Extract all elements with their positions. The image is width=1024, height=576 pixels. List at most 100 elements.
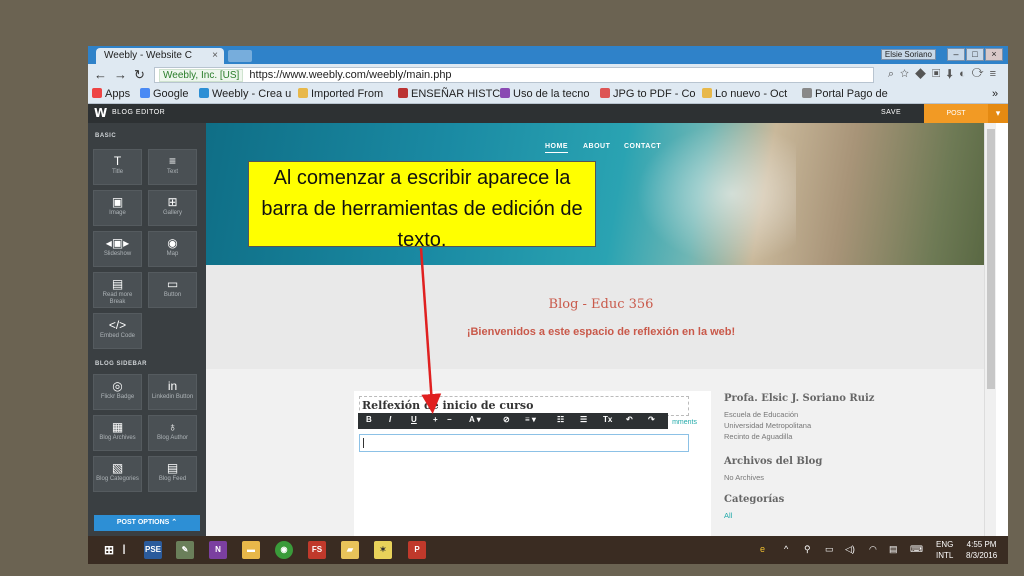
element-flickr-badge[interactable]: ◎ Flickr Badge	[93, 374, 142, 410]
font-size-decrease-button[interactable]: −	[447, 415, 452, 424]
minimize-icon[interactable]: –	[947, 48, 965, 61]
taskbar-app-pse[interactable]: PSE	[144, 541, 162, 559]
folder-icon	[298, 88, 308, 98]
element-blog-categories[interactable]: ▧ Blog Categories	[93, 456, 142, 492]
numbered-list-icon[interactable]: ☰	[580, 415, 587, 424]
keyboard-icon[interactable]: ⌨	[910, 544, 923, 555]
taskbar-app-folder[interactable]: ▰	[341, 541, 359, 559]
post-options-button[interactable]: POST OPTIONS ⌃	[94, 515, 200, 531]
font-size-increase-button[interactable]: +	[433, 415, 438, 424]
author-name[interactable]: Profa. Elsic J. Soriano Ruiz	[724, 393, 984, 405]
bookmark-apps[interactable]: Apps	[92, 88, 130, 100]
bookmark-lo-nuevo[interactable]: Lo nuevo - Oct	[702, 88, 787, 100]
system-clock[interactable]: 4:55 PM 8/3/2016	[966, 539, 997, 561]
element-linkedin-button[interactable]: in Linkedin Button	[148, 374, 197, 410]
nav-contact[interactable]: CONTACT	[624, 143, 661, 150]
post-button[interactable]: POST	[924, 104, 988, 123]
element-blog-archives[interactable]: ▦ Blog Archives	[93, 415, 142, 451]
taskbar-app-onenote[interactable]: N	[209, 541, 227, 559]
input-language[interactable]: ENG INTL	[936, 539, 953, 561]
new-tab-button[interactable]	[228, 50, 252, 62]
element-text[interactable]: ≡ Text	[148, 149, 197, 185]
weebly-logo[interactable]: W	[94, 106, 107, 120]
more-bookmarks-icon[interactable]: »	[992, 88, 998, 100]
basic-section-label: BASIC	[95, 133, 117, 139]
text-icon: ≡	[168, 154, 176, 168]
linkedin-icon: in	[167, 379, 178, 393]
close-window-icon[interactable]: ×	[985, 48, 1003, 61]
browser-tab[interactable]: Weebly - Website C ×	[96, 48, 224, 64]
maximize-icon[interactable]: □	[966, 48, 984, 61]
taskbar-app-explorer[interactable]: ▬	[242, 541, 260, 559]
scrollbar-thumb[interactable]	[987, 129, 995, 389]
map-pin-icon: ◉	[167, 236, 178, 250]
usb-icon[interactable]: ⚲	[804, 544, 811, 555]
battery-icon[interactable]: ▭	[825, 544, 834, 555]
ie-icon[interactable]: e	[760, 544, 765, 554]
tab-close-icon[interactable]: ×	[212, 50, 218, 61]
text-caret	[363, 438, 364, 448]
taskbar-app-pen[interactable]: ✎	[176, 541, 194, 559]
clear-format-button[interactable]: Tx	[603, 415, 612, 424]
address-bar[interactable]: Weebly, Inc. [US] https://www.weebly.com…	[154, 67, 874, 83]
bold-button[interactable]: B	[366, 415, 372, 424]
categories-title[interactable]: Categorías	[724, 494, 984, 506]
save-button[interactable]: SAVE	[881, 109, 901, 116]
element-blog-feed[interactable]: ▤ Blog Feed	[148, 456, 197, 492]
underline-button[interactable]: U	[411, 415, 417, 424]
extension-icons[interactable]: ⌕☆◆▣⬇◐⟳≡	[888, 68, 1002, 81]
align-button[interactable]: ≡ ▾	[525, 415, 536, 424]
undo-icon[interactable]: ↶	[626, 415, 633, 424]
bullet-list-icon[interactable]: ☷	[557, 415, 564, 424]
bookmark-uso-tecno[interactable]: Uso de la tecno	[500, 88, 589, 100]
volume-icon[interactable]: ◁)	[845, 544, 855, 555]
bookmark-jpg-pdf[interactable]: JPG to PDF - Co	[600, 88, 696, 100]
profile-badge[interactable]: Elsie Soriano	[880, 49, 936, 60]
post-body-editor[interactable]	[359, 434, 689, 452]
post-dropdown-icon[interactable]: ▾	[988, 104, 1008, 123]
taskbar-app-chrome[interactable]: ◉	[275, 541, 293, 559]
page-scrollbar[interactable]	[984, 123, 996, 536]
taskbar-app-powerpoint[interactable]: P	[408, 541, 426, 559]
categories-icon: ▧	[111, 461, 124, 475]
italic-button[interactable]: I	[389, 415, 391, 424]
button-icon: ▭	[166, 277, 179, 291]
redo-icon[interactable]: ↷	[648, 415, 655, 424]
element-map[interactable]: ◉ Map	[148, 231, 197, 267]
archives-title[interactable]: Archivos del Blog	[724, 456, 984, 468]
blog-subtitle[interactable]: ¡Bienvenidos a este espacio de reflexión…	[206, 326, 996, 338]
reload-icon[interactable]: ↻	[134, 67, 145, 83]
action-center-icon[interactable]: ▤	[889, 544, 898, 555]
element-embed-code[interactable]: </> Embed Code	[93, 313, 142, 349]
comments-link[interactable]: mments	[672, 419, 697, 426]
back-icon[interactable]: ←	[94, 67, 107, 83]
bookmark-weebly[interactable]: Weebly - Crea u	[199, 88, 291, 100]
page-icon	[398, 88, 408, 98]
taskbar-app-fs[interactable]: FS	[308, 541, 326, 559]
show-hidden-icons-icon[interactable]: ^	[784, 544, 788, 554]
element-image[interactable]: ▣ Image	[93, 190, 142, 226]
element-slideshow[interactable]: ◂▣▸ Slideshow	[93, 231, 142, 267]
bookmark-imported[interactable]: Imported From	[298, 88, 383, 100]
weebly-toolbar: W BLOG EDITOR SAVE POST ▾	[88, 104, 1008, 123]
nav-about[interactable]: ABOUT	[583, 143, 610, 150]
text-color-button[interactable]: A ▾	[469, 415, 481, 424]
categories-text[interactable]: All	[724, 510, 984, 521]
blog-title[interactable]: Blog - Educ 356	[206, 297, 996, 312]
bookmark-ensenar[interactable]: ENSEÑAR HISTC	[398, 88, 500, 100]
bookmark-portal-pago[interactable]: Portal Pago de	[802, 88, 888, 100]
nav-home[interactable]: HOME	[545, 143, 568, 153]
element-blog-author[interactable]: ♁ Blog Author	[148, 415, 197, 451]
taskbar-app-lamp[interactable]: ✶	[374, 541, 392, 559]
element-title[interactable]: T Title	[93, 149, 142, 185]
windows-start-icon[interactable]: ⊞	[100, 541, 118, 559]
bookmark-google[interactable]: Google	[140, 88, 188, 100]
element-button[interactable]: ▭ Button	[148, 272, 197, 308]
forward-icon[interactable]: →	[114, 67, 127, 83]
page-icon	[500, 88, 510, 98]
element-gallery[interactable]: ⊞ Gallery	[148, 190, 197, 226]
wifi-icon[interactable]: ◠	[869, 544, 877, 555]
element-read-more[interactable]: ▤ Read more Break	[93, 272, 142, 308]
task-view-icon[interactable]: |	[121, 541, 127, 559]
link-icon[interactable]: ⊘	[503, 415, 510, 424]
